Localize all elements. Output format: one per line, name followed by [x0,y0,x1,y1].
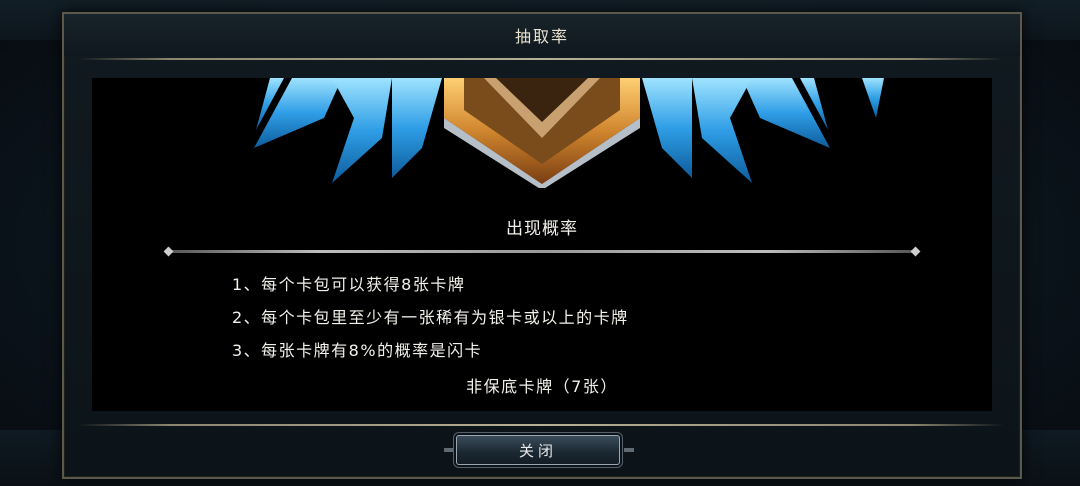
dialog-content: 出现概率 1、每个卡包可以获得8张卡牌 2、每个卡包里至少有一张稀有为银卡或以上… [92,78,992,411]
non-guaranteed-cards-title: 非保底卡牌（7张） [466,377,618,396]
close-button-wrapper: 关闭 [444,435,634,467]
rule-item: 1、每个卡包可以获得8张卡牌 [232,275,466,294]
dialog-title: 抽取率 [514,27,569,46]
rules-list: 1、每个卡包可以获得8张卡牌 2、每个卡包里至少有一张稀有为银卡或以上的卡牌 3… [232,268,932,367]
rank-crest-emblem [254,78,884,188]
dialog-title-bar: 抽取率 [64,14,1020,56]
rule-item: 2、每个卡包里至少有一张稀有为银卡或以上的卡牌 [232,308,629,327]
rule-item: 3、每张卡牌有8%的概率是闪卡 [232,341,483,360]
close-button-ornament [444,448,454,452]
close-button[interactable]: 关闭 [456,435,620,465]
section-divider [168,250,916,253]
draw-rate-dialog: 抽取率 出现概率 1、每个卡包可以获得8张卡牌 2、每个卡包里至少有一张稀有为银… [62,12,1022,479]
close-button-ornament [624,448,634,452]
title-divider [78,58,1004,60]
section-title: 出现概率 [506,219,578,239]
footer-divider [78,424,1004,426]
